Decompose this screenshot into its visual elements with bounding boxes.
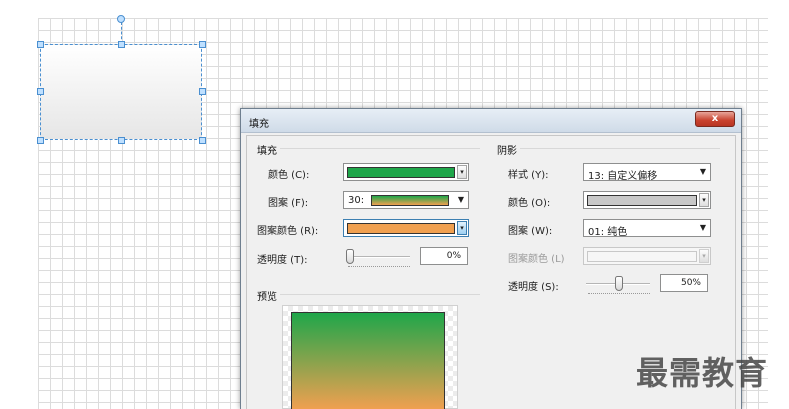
shadow-style-dropdown[interactable]: 13: 自定义偏移 ▼ <box>583 163 711 182</box>
fill-pattern-color-dropdown[interactable]: ▾ <box>343 219 469 237</box>
fill-pattern-swatch <box>371 195 449 206</box>
watermark-logo-text: 最需教育 <box>636 354 769 392</box>
resize-handle-top-right[interactable] <box>199 41 206 48</box>
selected-rectangle-shape[interactable] <box>40 44 202 140</box>
shadow-transparency-slider-thumb[interactable] <box>615 276 623 291</box>
shadow-transparency-input[interactable]: 50% <box>660 274 708 292</box>
fill-pattern-label: 图案 (F): <box>268 198 309 209</box>
shadow-section-label: 阴影 <box>497 146 517 157</box>
fill-pattern-color-swatch <box>347 223 455 234</box>
fill-transparency-label: 透明度 (T): <box>257 255 308 266</box>
chevron-down-icon[interactable]: ▼ <box>700 167 706 176</box>
resize-handle-top-left[interactable] <box>37 41 44 48</box>
chevron-down-icon[interactable]: ▾ <box>699 193 709 207</box>
fill-pattern-color-label: 图案颜色 (R): <box>257 226 319 237</box>
fill-color-dropdown[interactable]: ▾ <box>343 163 469 181</box>
shadow-pattern-color-dropdown: ▾ <box>583 247 711 265</box>
shadow-section-divider <box>520 148 720 149</box>
preview-section-divider <box>280 294 480 295</box>
shadow-pattern-value: 01: 纯色 <box>588 227 628 238</box>
shadow-pattern-label: 图案 (W): <box>508 226 553 237</box>
chevron-down-icon[interactable]: ▼ <box>458 195 464 204</box>
fill-color-label: 颜色 (C): <box>268 170 310 181</box>
resize-handle-right[interactable] <box>199 88 206 95</box>
chevron-down-icon[interactable]: ▾ <box>457 165 467 179</box>
shadow-style-label: 样式 (Y): <box>508 170 549 181</box>
preview-frame <box>282 305 458 409</box>
shadow-pattern-color-label: 图案颜色 (L) <box>508 254 565 265</box>
chevron-down-icon: ▾ <box>699 249 709 263</box>
fill-transparency-slider-thumb[interactable] <box>346 249 354 264</box>
fill-pattern-dropdown[interactable]: 30: ▼ <box>343 191 469 209</box>
rotation-handle[interactable] <box>117 15 125 23</box>
chevron-down-icon[interactable]: ▼ <box>700 223 706 232</box>
close-icon: x <box>711 113 719 124</box>
shadow-color-swatch <box>587 195 697 206</box>
fill-transparency-input[interactable]: 0% <box>420 247 468 265</box>
shadow-pattern-dropdown[interactable]: 01: 纯色 ▼ <box>583 219 711 238</box>
fill-section-label: 填充 <box>257 146 277 157</box>
shadow-transparency-label: 透明度 (S): <box>508 282 559 293</box>
preview-gradient-fill <box>291 312 445 409</box>
fill-pattern-value: 30: <box>348 195 365 206</box>
dialog-title: 填充 <box>249 119 269 130</box>
shadow-color-label: 颜色 (O): <box>508 198 551 209</box>
fill-color-swatch <box>347 167 455 178</box>
resize-handle-top[interactable] <box>118 41 125 48</box>
fill-transparency-ticks <box>348 266 410 268</box>
shadow-color-dropdown[interactable]: ▾ <box>583 191 711 209</box>
chevron-down-icon[interactable]: ▾ <box>457 221 467 235</box>
resize-handle-bottom[interactable] <box>118 137 125 144</box>
shadow-pattern-color-swatch <box>587 251 697 262</box>
resize-handle-left[interactable] <box>37 88 44 95</box>
resize-handle-bottom-right[interactable] <box>199 137 206 144</box>
resize-handle-bottom-left[interactable] <box>37 137 44 144</box>
close-button[interactable]: x <box>695 111 735 127</box>
fill-transparency-track[interactable] <box>346 256 410 258</box>
shadow-transparency-ticks <box>588 293 650 295</box>
fill-section-divider <box>280 148 480 149</box>
shadow-style-value: 13: 自定义偏移 <box>588 171 658 182</box>
dialog-titlebar[interactable]: 填充 x <box>241 109 741 133</box>
preview-section-label: 预览 <box>257 292 277 303</box>
